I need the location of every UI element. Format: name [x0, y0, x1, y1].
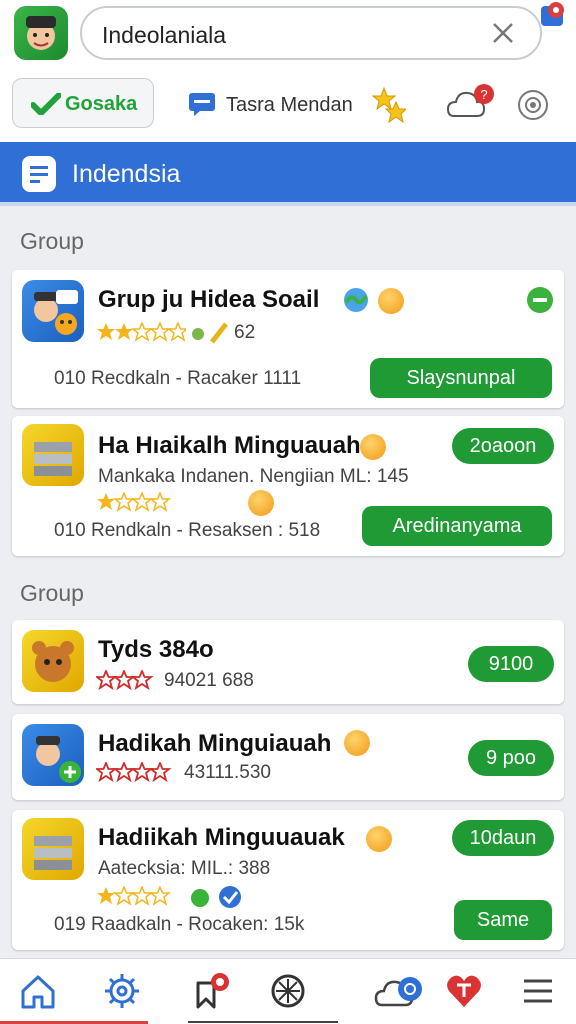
status-badge: 9 poo — [468, 740, 554, 776]
status-badge-text: 2oaoon — [469, 435, 537, 457]
settings-icon[interactable] — [516, 88, 550, 122]
emoji-icon — [360, 434, 386, 460]
emoji-icon — [378, 288, 404, 314]
item-subtitle: Aatecksia: MIL.: 388 — [98, 858, 271, 879]
heart-icon[interactable] — [444, 971, 484, 1011]
tab-indicator — [188, 1021, 338, 1023]
emoji-icon — [366, 826, 392, 852]
app-thumbnail — [22, 630, 84, 692]
action-button[interactable]: Slaysnunpal — [370, 358, 552, 398]
message-icon — [189, 93, 215, 116]
star-icon — [372, 86, 406, 124]
collapse-icon[interactable] — [526, 286, 554, 314]
bottom-nav — [0, 958, 576, 1024]
star-rating — [96, 670, 154, 690]
status-badge-text: 9100 — [488, 653, 534, 675]
action-button[interactable]: Aredinanyama — [362, 506, 552, 546]
status-badge-text: 9 poo — [485, 747, 537, 769]
globe-icon — [344, 288, 368, 312]
filter-chip[interactable]: Gosaka — [12, 78, 154, 128]
rating-count: 94021 688 — [164, 670, 254, 691]
list-item[interactable]: Ha Hıaikalh Minguauah 2oaoon Mankaka Ind… — [12, 416, 564, 556]
app-logo[interactable] — [14, 6, 68, 60]
item-title: Hadiikah Minguuauak — [98, 824, 345, 851]
notifications-icon[interactable]: ? — [446, 82, 496, 122]
notification-count: ? — [480, 87, 487, 102]
menu-icon[interactable] — [518, 971, 558, 1011]
item-title: Grup ju Hidea Soail — [98, 286, 320, 313]
tab-messages-label: Tasra Mendan — [226, 94, 353, 116]
app-thumbnail — [22, 424, 84, 486]
item-meta: 019 Raadkaln - Rocaken: 15k — [54, 914, 305, 935]
close-icon[interactable] — [488, 18, 518, 48]
item-meta: 010 Rendkaln - Resaksen : 518 — [54, 520, 321, 541]
rating-count: 62 — [234, 322, 256, 343]
item-title: Ha Hıaikalh Minguauah — [98, 432, 361, 459]
status-badge: 10daun — [452, 820, 554, 856]
search-value: Indeolaniala — [102, 22, 227, 48]
status-badge-text: 10daun — [469, 827, 537, 849]
star-rating — [96, 762, 172, 782]
status-badge: 9100 — [468, 646, 554, 682]
item-meta: 010 Recdkaln - Racaker 1111 — [54, 368, 302, 389]
compass-icon[interactable] — [268, 971, 308, 1011]
list-item[interactable]: Tyds 384o 94021 688 9100 — [12, 620, 564, 704]
section-label: Group — [20, 228, 84, 254]
bookmark-icon[interactable] — [192, 971, 232, 1011]
star-rating — [97, 492, 172, 512]
list-item[interactable]: Hadiikah Minguuauak 10daun Aatecksia: MI… — [12, 810, 564, 950]
check-icon — [31, 93, 61, 115]
category-title: Indendsia — [72, 160, 181, 188]
rating-count: 43111.530 — [184, 762, 271, 783]
app-thumbnail — [22, 280, 84, 342]
cloud-icon[interactable] — [374, 971, 424, 1011]
leaf-icon — [192, 322, 228, 344]
gear-icon[interactable] — [102, 971, 142, 1011]
action-button-label: Same — [476, 909, 530, 931]
item-title: Hadikah Minguiauah — [98, 730, 332, 757]
verified-icon — [191, 886, 241, 908]
home-icon[interactable] — [18, 971, 58, 1011]
star-rating — [97, 886, 172, 906]
item-title: Tyds 384o — [98, 636, 214, 663]
list-item[interactable]: Hadikah Minguiauah 43111.530 9 poo — [12, 714, 564, 800]
document-icon — [22, 156, 56, 192]
profile-badge-icon[interactable] — [538, 0, 568, 30]
emoji-icon — [344, 730, 370, 756]
app-thumbnail — [22, 818, 84, 880]
action-button[interactable]: Same — [454, 900, 552, 940]
list-item[interactable]: Grup ju Hidea Soail 62 010 Recdkaln - Ra… — [12, 270, 564, 408]
item-subtitle: Mankaka Indanen. Nengiian ML: 145 — [98, 466, 409, 487]
app-header: Indeolaniala Gosaka Tasra Mendan ? — [0, 0, 576, 142]
section-label: Group — [20, 580, 84, 606]
app-thumbnail — [22, 724, 84, 786]
action-button-label: Aredinanyama — [392, 515, 522, 537]
status-badge: 2oaoon — [452, 428, 554, 464]
search-input[interactable]: Indeolaniala — [80, 6, 542, 60]
emoji-icon — [248, 490, 274, 516]
action-button-label: Slaysnunpal — [406, 367, 516, 389]
category-bar: Indendsia — [0, 142, 576, 206]
filter-chip-label: Gosaka — [65, 93, 138, 115]
star-rating — [97, 322, 186, 342]
